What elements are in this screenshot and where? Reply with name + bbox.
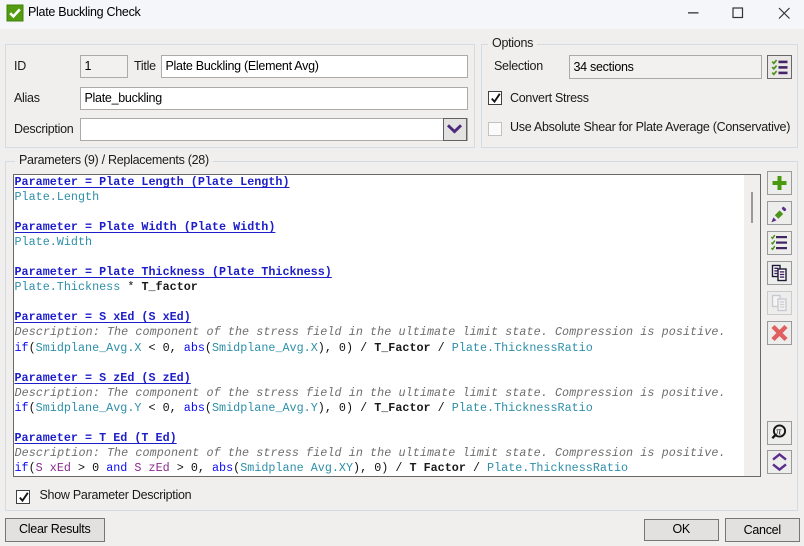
svg-text:π: π <box>776 426 782 437</box>
